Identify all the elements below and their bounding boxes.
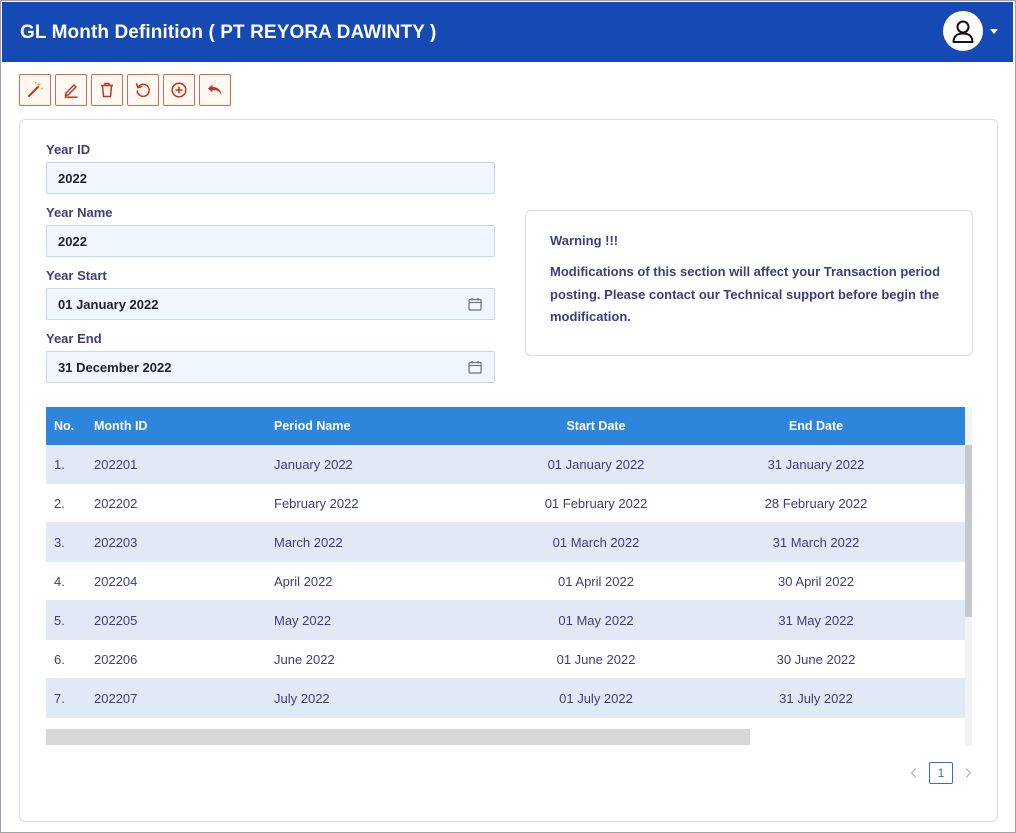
calendar-icon[interactable]: [468, 297, 482, 311]
app-header: GL Month Definition ( PT REYORA DAWINTY …: [2, 2, 1013, 62]
cell-period-name: June 2022: [274, 651, 335, 667]
year-id-label: Year ID: [46, 142, 91, 157]
column-header-no[interactable]: No.: [54, 419, 74, 433]
cell-start-date: 01 March 2022: [552, 534, 640, 550]
cell-no: 6.: [54, 651, 65, 667]
form-card: Year ID Year Name Year Start Year End Wa…: [19, 119, 998, 822]
warning-panel: Warning !!! Modifications of this sectio…: [525, 210, 973, 356]
cell-start-date: 01 February 2022: [544, 495, 648, 511]
year-end-field[interactable]: [46, 351, 495, 383]
year-start-field[interactable]: [46, 288, 495, 320]
cell-month-id: 202201: [94, 456, 138, 472]
column-header-month-id[interactable]: Month ID: [94, 419, 147, 433]
cell-start-date: 01 May 2022: [558, 612, 634, 628]
cell-no: 3.: [54, 534, 65, 550]
cell-month-id: 202205: [94, 612, 138, 628]
prev-page-button[interactable]: [905, 762, 923, 784]
cell-end-date: 30 June 2022: [776, 651, 856, 667]
year-id-field[interactable]: [46, 162, 495, 194]
calendar-icon[interactable]: [468, 360, 482, 374]
undo-button[interactable]: [199, 74, 231, 106]
cell-period-name: February 2022: [274, 495, 359, 511]
cell-start-date: 01 April 2022: [558, 573, 634, 589]
add-button[interactable]: [163, 74, 195, 106]
user-avatar[interactable]: [943, 11, 983, 51]
cell-period-name: April 2022: [274, 573, 333, 589]
undo-icon: [208, 84, 222, 95]
edit-icon: [64, 84, 78, 98]
year-start-input[interactable]: [47, 289, 494, 319]
cell-month-id: 202203: [94, 534, 138, 550]
refresh-button[interactable]: [127, 74, 159, 106]
cell-end-date: 31 March 2022: [772, 534, 860, 550]
year-end-input[interactable]: [47, 352, 494, 382]
pagination: 1: [905, 762, 977, 784]
column-header-end-date[interactable]: End Date: [706, 419, 926, 433]
delete-button[interactable]: [91, 74, 123, 106]
magic-wand-icon: [28, 81, 43, 97]
next-page-button[interactable]: [959, 762, 977, 784]
grid-horizontal-scrollbar[interactable]: [46, 729, 750, 745]
year-id-input[interactable]: [47, 163, 494, 193]
table-row[interactable]: 7. 202207 July 2022 01 July 2022 31 July…: [46, 679, 965, 718]
cell-no: 1.: [54, 456, 65, 472]
trash-icon: [101, 82, 113, 98]
cell-month-id: 202206: [94, 651, 138, 667]
table-row[interactable]: 6. 202206 June 2022 01 June 2022 30 June…: [46, 640, 965, 679]
cell-period-name: March 2022: [274, 534, 343, 550]
year-name-field[interactable]: [46, 225, 495, 257]
magic-wand-button[interactable]: [19, 74, 51, 106]
edit-button[interactable]: [55, 74, 87, 106]
table-row[interactable]: 4. 202204 April 2022 01 April 2022 30 Ap…: [46, 562, 965, 601]
table-row[interactable]: 1. 202201 January 2022 01 January 2022 3…: [46, 445, 965, 484]
year-name-label: Year Name: [46, 205, 113, 220]
year-start-label: Year Start: [46, 268, 107, 283]
grid-vertical-scrollbar[interactable]: [965, 407, 972, 746]
table-row[interactable]: 5. 202205 May 2022 01 May 2022 31 May 20…: [46, 601, 965, 640]
cell-no: 2.: [54, 495, 65, 511]
cell-no: 7.: [54, 690, 65, 706]
page-title: GL Month Definition ( PT REYORA DAWINTY …: [20, 22, 437, 43]
page-number-button[interactable]: 1: [929, 762, 953, 784]
cell-no: 5.: [54, 612, 65, 628]
table-row[interactable]: 2. 202202 February 2022 01 February 2022…: [46, 484, 965, 523]
user-icon: [952, 20, 974, 43]
chevron-right-icon: [965, 768, 972, 778]
warning-text: Modifications of this section will affec…: [550, 264, 941, 324]
add-circle-icon: [171, 82, 187, 98]
cell-month-id: 202204: [94, 573, 138, 589]
cell-start-date: 01 January 2022: [547, 456, 645, 472]
cell-no: 4.: [54, 573, 65, 589]
vertical-scrollbar-thumb[interactable]: [965, 445, 972, 617]
column-header-period-name[interactable]: Period Name: [274, 419, 350, 433]
cell-month-id: 202207: [94, 690, 138, 706]
toolbar: [19, 74, 231, 106]
cell-period-name: May 2022: [274, 612, 332, 628]
cell-start-date: 01 June 2022: [556, 651, 636, 667]
refresh-icon: [135, 83, 150, 98]
month-grid: No. Month ID Period Name Start Date End …: [46, 407, 965, 718]
cell-period-name: January 2022: [274, 456, 353, 472]
chevron-left-icon: [910, 768, 917, 778]
cell-start-date: 01 July 2022: [559, 690, 633, 706]
grid-header: No. Month ID Period Name Start Date End …: [46, 407, 965, 445]
cell-month-id: 202202: [94, 495, 138, 511]
table-row[interactable]: 3. 202203 March 2022 01 March 2022 31 Ma…: [46, 523, 965, 562]
user-menu-caret-icon[interactable]: [990, 29, 998, 34]
cell-end-date: 31 January 2022: [767, 456, 865, 472]
cell-end-date: 30 April 2022: [778, 573, 854, 589]
column-header-start-date[interactable]: Start Date: [486, 419, 706, 433]
cell-period-name: July 2022: [274, 690, 330, 706]
cell-end-date: 31 July 2022: [779, 690, 853, 706]
cell-end-date: 31 May 2022: [778, 612, 854, 628]
warning-title: Warning !!!: [550, 233, 619, 248]
cell-end-date: 28 February 2022: [764, 495, 868, 511]
year-end-label: Year End: [46, 331, 102, 346]
year-name-input[interactable]: [47, 226, 494, 256]
